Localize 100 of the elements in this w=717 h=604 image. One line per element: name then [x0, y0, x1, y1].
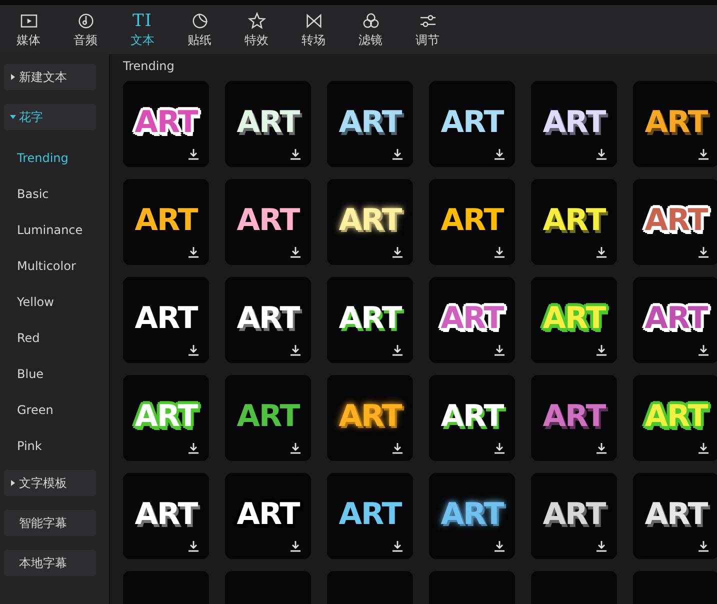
- sidebar-item[interactable]: 新建文本: [4, 64, 96, 90]
- text-style-tile[interactable]: ART: [327, 277, 413, 363]
- text-style-tile[interactable]: ART: [123, 277, 209, 363]
- download-icon[interactable]: [188, 149, 199, 160]
- sidebar-subitem[interactable]: Basic: [0, 176, 109, 212]
- text-style-tile[interactable]: ART: [327, 473, 413, 559]
- art-preview: ART: [644, 496, 708, 532]
- download-icon[interactable]: [392, 247, 403, 258]
- text-style-tile[interactable]: ART: [123, 375, 209, 461]
- text-style-tile[interactable]: ART: [225, 277, 311, 363]
- toolbar-tab[interactable]: 贴纸: [171, 5, 228, 54]
- download-icon[interactable]: [494, 345, 505, 356]
- download-icon[interactable]: [698, 247, 709, 258]
- text-style-tile[interactable]: ART: [123, 179, 209, 265]
- download-icon[interactable]: [698, 345, 709, 356]
- text-style-tile[interactable]: ART: [225, 81, 311, 167]
- sidebar-subitem[interactable]: Green: [0, 392, 109, 428]
- download-icon[interactable]: [188, 345, 199, 356]
- download-icon[interactable]: [392, 541, 403, 552]
- art-preview: ART: [338, 398, 402, 434]
- download-icon[interactable]: [290, 247, 301, 258]
- section-heading: Trending: [123, 59, 176, 75]
- download-icon[interactable]: [698, 149, 709, 160]
- text-style-tile[interactable]: ART: [531, 277, 617, 363]
- star-icon: [246, 10, 266, 30]
- download-icon[interactable]: [596, 149, 607, 160]
- download-icon[interactable]: [188, 443, 199, 454]
- download-icon[interactable]: [392, 345, 403, 356]
- text-style-tile[interactable]: ART: [429, 81, 515, 167]
- art-preview: ART: [134, 202, 198, 238]
- art-preview: ART: [542, 104, 606, 140]
- text-style-tile[interactable]: ART: [429, 375, 515, 461]
- art-preview: ART: [542, 496, 606, 532]
- music-note-icon: [76, 10, 96, 30]
- art-preview: ART: [236, 496, 300, 532]
- art-preview: ART: [644, 300, 708, 336]
- sidebar-item[interactable]: 本地字幕: [4, 550, 96, 576]
- sidebar-subitem[interactable]: Luminance: [0, 212, 109, 248]
- download-icon[interactable]: [290, 345, 301, 356]
- download-icon[interactable]: [392, 149, 403, 160]
- art-preview: ART: [338, 104, 402, 140]
- download-icon[interactable]: [596, 541, 607, 552]
- text-style-tile[interactable]: ART: [429, 179, 515, 265]
- toolbar-tab[interactable]: 音频: [57, 5, 114, 54]
- download-icon[interactable]: [596, 247, 607, 258]
- sidebar-subitem[interactable]: Pink: [0, 428, 109, 464]
- download-icon[interactable]: [698, 443, 709, 454]
- download-icon[interactable]: [188, 247, 199, 258]
- text-style-tile[interactable]: ART: [225, 179, 311, 265]
- text-style-tile[interactable]: ART: [429, 277, 515, 363]
- text-style-tile[interactable]: ART: [123, 81, 209, 167]
- text-style-tile[interactable]: ART: [531, 179, 617, 265]
- text-style-tile[interactable]: ART: [225, 473, 311, 559]
- download-icon[interactable]: [494, 149, 505, 160]
- sidebar-item[interactable]: 智能字幕: [4, 510, 96, 536]
- sidebar-subitem[interactable]: Yellow: [0, 284, 109, 320]
- art-preview: ART: [134, 496, 198, 532]
- toolbar-tab[interactable]: 媒体: [0, 5, 57, 54]
- download-icon[interactable]: [596, 345, 607, 356]
- toolbar-tab[interactable]: TI 文本: [114, 5, 171, 54]
- download-icon[interactable]: [188, 541, 199, 552]
- download-icon[interactable]: [494, 443, 505, 454]
- text-style-tile[interactable]: ART: [429, 473, 515, 559]
- art-preview: ART: [644, 398, 708, 434]
- art-preview: ART: [338, 496, 402, 532]
- text-style-tile[interactable]: ART: [633, 81, 717, 167]
- download-icon[interactable]: [290, 541, 301, 552]
- sidebar-subitem[interactable]: Trending: [0, 140, 109, 176]
- art-preview: ART: [440, 104, 504, 140]
- art-preview: ART: [134, 398, 198, 434]
- download-icon[interactable]: [392, 443, 403, 454]
- sidebar-item[interactable]: 花字: [4, 104, 96, 130]
- download-icon[interactable]: [290, 149, 301, 160]
- text-style-tile[interactable]: ART: [531, 473, 617, 559]
- sidebar-subitem[interactable]: Blue: [0, 356, 109, 392]
- text-style-tile[interactable]: ART: [225, 375, 311, 461]
- text-style-tile[interactable]: ART: [327, 179, 413, 265]
- art-preview: ART: [338, 300, 402, 336]
- text-style-tile[interactable]: ART: [531, 81, 617, 167]
- download-icon[interactable]: [290, 443, 301, 454]
- download-icon[interactable]: [698, 541, 709, 552]
- toolbar-tab[interactable]: 转场: [285, 5, 342, 54]
- text-style-tile[interactable]: ART: [327, 375, 413, 461]
- sidebar-subitem[interactable]: Multicolor: [0, 248, 109, 284]
- sidebar-subitem[interactable]: Red: [0, 320, 109, 356]
- text-style-tile[interactable]: ART: [633, 179, 717, 265]
- download-icon[interactable]: [494, 247, 505, 258]
- toolbar-tab[interactable]: 调节: [399, 5, 456, 54]
- sidebar-item[interactable]: 文字模板: [4, 470, 96, 496]
- text-style-tile[interactable]: ART: [633, 277, 717, 363]
- text-style-tile[interactable]: ART: [531, 375, 617, 461]
- art-preview: ART: [542, 202, 606, 238]
- download-icon[interactable]: [596, 443, 607, 454]
- text-style-tile[interactable]: ART: [633, 375, 717, 461]
- toolbar-tab[interactable]: 滤镜: [342, 5, 399, 54]
- text-style-tile[interactable]: ART: [327, 81, 413, 167]
- download-icon[interactable]: [494, 541, 505, 552]
- toolbar-tab[interactable]: 特效: [228, 5, 285, 54]
- text-style-tile[interactable]: ART: [123, 473, 209, 559]
- text-style-tile[interactable]: ART: [633, 473, 717, 559]
